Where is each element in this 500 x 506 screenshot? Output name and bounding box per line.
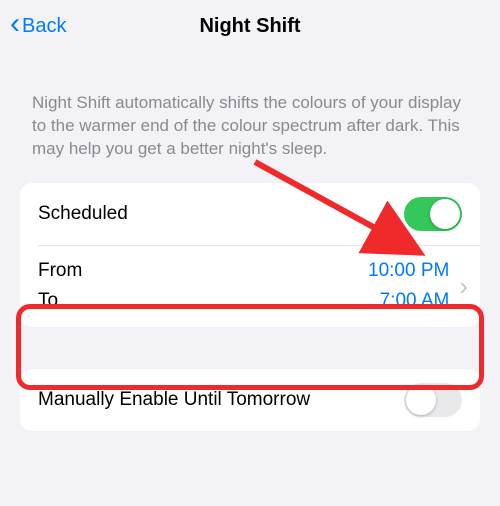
scheduled-toggle[interactable] bbox=[404, 197, 462, 231]
page-title: Night Shift bbox=[199, 15, 300, 38]
scheduled-label: Scheduled bbox=[38, 203, 128, 225]
to-time: 7:00 AM bbox=[82, 286, 449, 316]
schedule-times: 10:00 PM 7:00 AM bbox=[82, 256, 455, 317]
schedule-labels: From To bbox=[38, 256, 82, 317]
back-button[interactable]: ‹ Back bbox=[10, 0, 66, 52]
from-label: From bbox=[38, 256, 82, 286]
manual-row[interactable]: Manually Enable Until Tomorrow bbox=[20, 369, 480, 431]
from-time: 10:00 PM bbox=[82, 256, 449, 286]
to-label: To bbox=[38, 286, 82, 316]
back-label: Back bbox=[22, 15, 66, 38]
section-description: Night Shift automatically shifts the col… bbox=[0, 52, 500, 173]
manual-label: Manually Enable Until Tomorrow bbox=[38, 389, 310, 411]
schedule-time-row[interactable]: From To 10:00 PM 7:00 AM › bbox=[20, 246, 480, 327]
manual-toggle[interactable] bbox=[404, 383, 462, 417]
scheduled-group: Scheduled From To 10:00 PM 7:00 AM › bbox=[20, 183, 480, 327]
toggle-knob bbox=[430, 199, 460, 229]
scheduled-row[interactable]: Scheduled bbox=[20, 183, 480, 245]
chevron-right-icon: › bbox=[455, 271, 468, 302]
manual-group: Manually Enable Until Tomorrow bbox=[20, 369, 480, 431]
toggle-knob bbox=[406, 385, 436, 415]
chevron-left-icon: ‹ bbox=[10, 9, 20, 39]
navbar: ‹ Back Night Shift bbox=[0, 0, 500, 52]
